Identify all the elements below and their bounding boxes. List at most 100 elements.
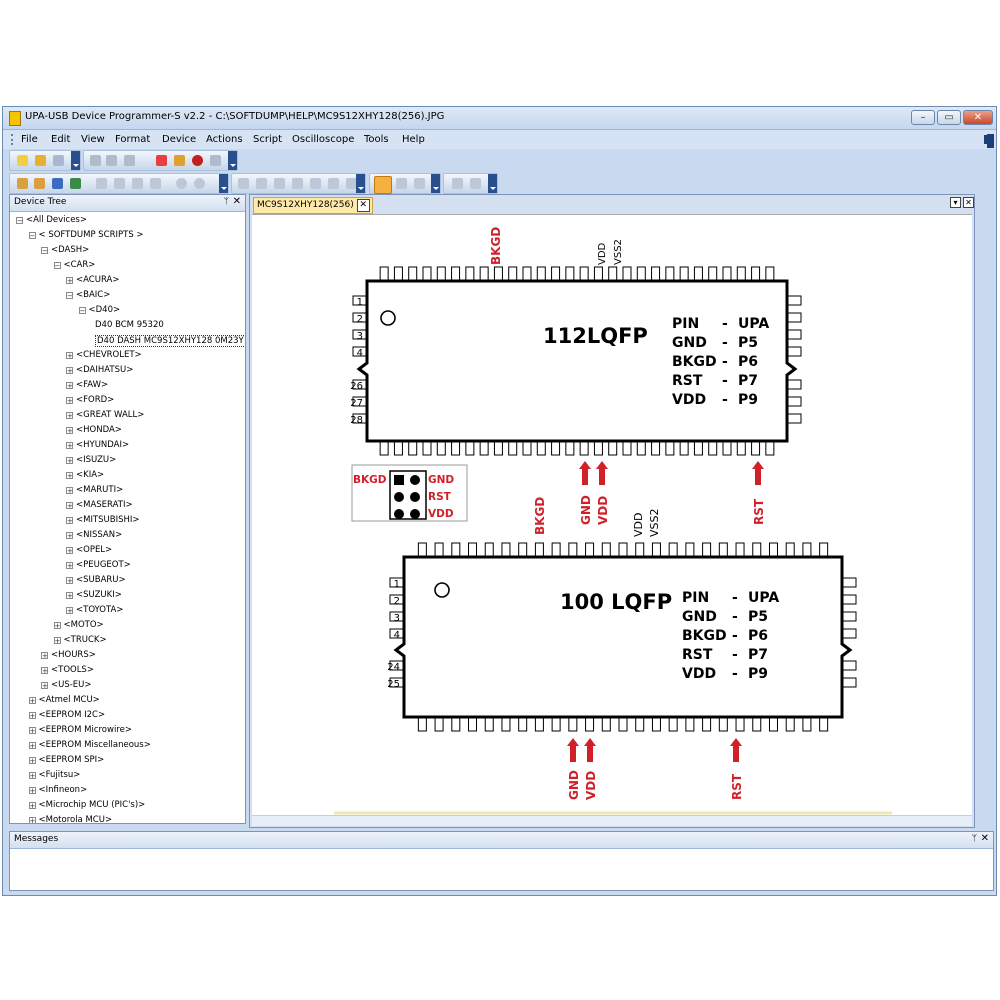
tree-item[interactable]: <SUZUKI> — [76, 590, 122, 600]
tree-expander-icon[interactable]: + — [66, 577, 73, 585]
tab-close-icon[interactable]: ✕ — [356, 199, 370, 212]
tree-expander-icon[interactable]: + — [66, 562, 73, 570]
last-icon[interactable] — [150, 178, 161, 189]
tree-item[interactable]: <CHEVROLET> — [76, 350, 142, 360]
title-bar[interactable]: UPA-USB Device Programmer-S v2.2 - C:\SO… — [3, 107, 996, 130]
refresh-icon[interactable] — [176, 178, 187, 189]
tree-expander-icon[interactable]: + — [41, 682, 48, 690]
tree-item[interactable]: <EEPROM Miscellaneous> — [39, 740, 151, 750]
zoom-out-icon[interactable] — [34, 178, 45, 189]
new-icon[interactable] — [17, 155, 28, 166]
tree-expander-icon[interactable]: + — [66, 607, 73, 615]
close-button[interactable]: ✕ — [963, 110, 993, 125]
tree-item[interactable]: <BAIC> — [76, 290, 110, 300]
tree-expander-icon[interactable]: + — [28, 802, 36, 810]
menu-script[interactable]: Script — [253, 134, 282, 145]
tree-expander-icon[interactable]: + — [28, 817, 36, 823]
tree-item[interactable]: D40 BCM 95320 — [95, 320, 164, 330]
tree-expander-icon[interactable]: + — [41, 667, 48, 675]
menu-tools[interactable]: Tools — [364, 134, 389, 145]
first-icon[interactable] — [96, 178, 107, 189]
tree-expander-icon[interactable]: + — [66, 427, 73, 435]
close-document-icon[interactable]: ✕ — [963, 197, 974, 208]
paste-icon[interactable] — [124, 155, 135, 166]
toolbar-overflow-icon[interactable] — [228, 151, 237, 170]
tree-item[interactable]: <Microchip MCU (PIC's)> — [39, 800, 146, 810]
tree-expander-icon[interactable]: + — [28, 697, 36, 705]
menu-oscilloscope[interactable]: Oscilloscope — [292, 134, 354, 145]
toolbar-overflow-icon[interactable] — [356, 174, 365, 193]
toolbar-overflow-icon[interactable] — [431, 174, 440, 193]
tree-expander-icon[interactable]: + — [53, 622, 61, 630]
menu-file[interactable]: File — [21, 134, 38, 145]
tree-item[interactable]: <EEPROM I2C> — [39, 710, 106, 720]
tree-item[interactable]: <EEPROM Microwire> — [39, 725, 132, 735]
menu-chevron-icon[interactable] — [987, 134, 994, 148]
tree-item[interactable]: <Motorola MCU> — [39, 815, 113, 823]
tree-item[interactable]: <HOURS> — [51, 650, 96, 660]
tree-expander-icon[interactable]: + — [66, 457, 73, 465]
menu-grip[interactable] — [11, 134, 16, 145]
tree-expander-icon[interactable]: + — [28, 787, 36, 795]
tree-item[interactable]: <CAR> — [64, 260, 96, 270]
minimize-button[interactable]: – — [911, 110, 935, 125]
tab-document[interactable]: MC9S12XHY128(256) ✕ — [253, 197, 373, 214]
tree-expander-icon[interactable]: + — [66, 367, 73, 375]
pin-icon[interactable]: ᛘ — [224, 197, 229, 207]
toolbar-overflow-icon[interactable] — [488, 174, 497, 193]
tree-item[interactable]: <TOYOTA> — [76, 605, 123, 615]
tree-item[interactable]: <PEUGEOT> — [76, 560, 131, 570]
tree-expander-icon[interactable]: + — [66, 487, 73, 495]
script-icon[interactable] — [174, 155, 185, 166]
tree-expander-icon[interactable]: + — [66, 547, 73, 555]
tree-item[interactable]: <FORD> — [76, 395, 114, 405]
menu-view[interactable]: View — [81, 134, 105, 145]
image-viewer[interactable]: 1121111101091081071061051041031021011009… — [252, 214, 972, 815]
tree-expander-icon[interactable]: + — [28, 772, 36, 780]
play-icon[interactable] — [452, 178, 463, 189]
select-icon[interactable] — [396, 178, 407, 189]
menu-help[interactable]: Help — [402, 134, 425, 145]
underline-icon[interactable] — [292, 178, 303, 189]
horizontal-scrollbar[interactable] — [252, 815, 972, 826]
tree-expander-icon[interactable]: + — [66, 532, 73, 540]
tree-item[interactable]: <Atmel MCU> — [39, 695, 100, 705]
tree-expander-icon[interactable]: − — [53, 262, 61, 270]
align-center-icon[interactable] — [328, 178, 339, 189]
tree-expander-icon[interactable]: − — [66, 292, 73, 300]
tree-expander-icon[interactable]: − — [78, 307, 86, 315]
menu-format[interactable]: Format — [115, 134, 150, 145]
move-icon[interactable] — [70, 178, 81, 189]
tree-item[interactable]: <DASH> — [51, 245, 89, 255]
tree-expander-icon[interactable]: + — [28, 757, 36, 765]
bug-icon[interactable] — [192, 155, 203, 166]
stop-run-icon[interactable] — [470, 178, 481, 189]
tree-item-selected[interactable]: D40 DASH MC9S12XHY128 0M23Y — [95, 335, 245, 347]
tree-item[interactable]: <GREAT WALL> — [76, 410, 144, 420]
save-icon[interactable] — [53, 155, 64, 166]
tree-item[interactable]: <KIA> — [76, 470, 104, 480]
tree-expander-icon[interactable]: + — [66, 592, 73, 600]
tree-expander-icon[interactable]: + — [66, 352, 73, 360]
pin-icon[interactable]: ᛘ — [972, 834, 977, 844]
menu-actions[interactable]: Actions — [206, 134, 243, 145]
tree-item[interactable]: <Infineon> — [39, 785, 88, 795]
tab-list-icon[interactable]: ▾ — [950, 197, 961, 208]
next-icon[interactable] — [132, 178, 143, 189]
format-1-icon[interactable] — [238, 178, 249, 189]
tree-expander-icon[interactable]: − — [28, 232, 36, 240]
align-left-icon[interactable] — [310, 178, 321, 189]
tree-item[interactable]: <MOTO> — [64, 620, 104, 630]
tree-expander-icon[interactable]: − — [41, 247, 48, 255]
tree-item[interactable]: <DAIHATSU> — [76, 365, 133, 375]
menu-device[interactable]: Device — [162, 134, 196, 145]
tree-expander-icon[interactable]: + — [53, 637, 61, 645]
tree-expander-icon[interactable]: + — [28, 712, 36, 720]
tree-expander-icon[interactable]: + — [66, 277, 73, 285]
tree-item[interactable]: <MARUTI> — [76, 485, 123, 495]
tools-icon[interactable] — [210, 155, 221, 166]
tree-expander-icon[interactable]: + — [66, 502, 73, 510]
tree-item[interactable]: <TRUCK> — [64, 635, 107, 645]
tree-expander-icon[interactable]: + — [66, 412, 73, 420]
tree-item[interactable]: <D40> — [89, 305, 121, 315]
